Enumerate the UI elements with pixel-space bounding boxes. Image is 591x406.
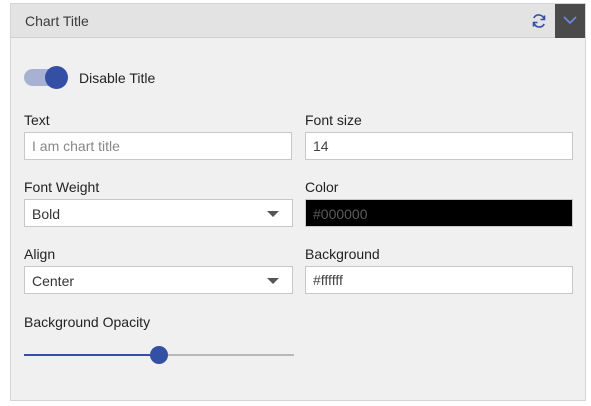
slider-fill xyxy=(24,354,159,356)
refresh-icon[interactable] xyxy=(530,12,548,30)
toggle-knob xyxy=(45,66,68,89)
chevron-down-icon xyxy=(563,16,577,25)
color-picker[interactable]: #000000 xyxy=(305,199,573,227)
disable-title-toggle[interactable] xyxy=(24,66,68,90)
color-value: #000000 xyxy=(313,206,368,222)
panel-header[interactable]: Chart Title xyxy=(11,4,585,38)
collapse-button[interactable] xyxy=(555,4,585,38)
align-value: Center xyxy=(32,273,75,289)
background-opacity-label: Background Opacity xyxy=(24,314,151,330)
background-opacity-slider[interactable] xyxy=(24,345,294,365)
slider-thumb[interactable] xyxy=(150,346,168,364)
background-label: Background xyxy=(305,246,380,262)
font-size-input[interactable] xyxy=(305,132,573,160)
background-input[interactable] xyxy=(305,266,573,294)
caret-down-icon xyxy=(267,211,279,217)
toggle-label: Disable Title xyxy=(79,70,156,86)
font-weight-value: Bold xyxy=(32,206,61,222)
text-input[interactable] xyxy=(24,132,292,160)
caret-down-icon xyxy=(267,278,279,284)
font-weight-select[interactable]: Bold xyxy=(24,199,293,227)
font-weight-label: Font Weight xyxy=(24,179,100,195)
align-label: Align xyxy=(24,246,56,262)
panel-title: Chart Title xyxy=(25,13,89,29)
font-size-label: Font size xyxy=(305,112,362,128)
chart-title-panel: Chart Title Disable Title Text Font size… xyxy=(10,3,586,401)
color-label: Color xyxy=(305,179,339,195)
text-label: Text xyxy=(24,112,50,128)
align-select[interactable]: Center xyxy=(24,266,293,294)
